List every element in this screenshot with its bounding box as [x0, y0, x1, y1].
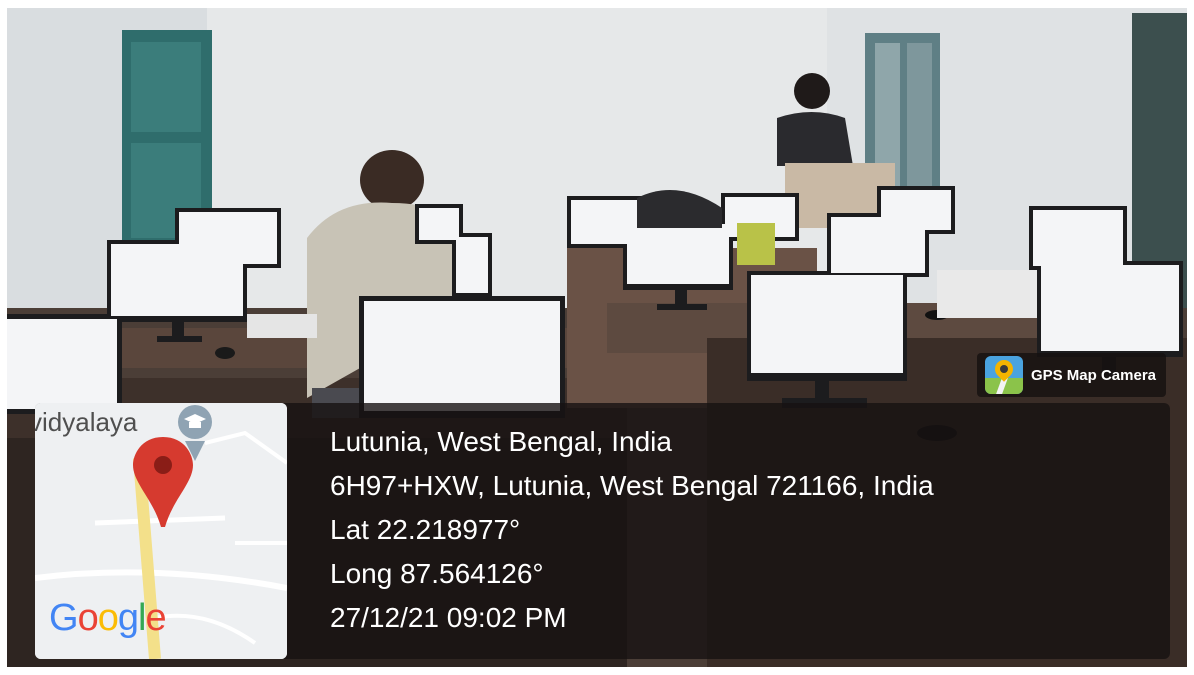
full-address: 6H97+HXW, Lutunia, West Bengal 721166, I…: [330, 470, 934, 501]
place-name: Lutunia, West Bengal, India: [330, 426, 672, 457]
google-logo: Google: [49, 597, 167, 640]
google-logo-letter: e: [145, 597, 166, 639]
google-logo-letter: g: [117, 597, 139, 639]
google-logo-letter: o: [77, 597, 99, 639]
location-details: Lutunia, West Bengal, India 6H97+HXW, Lu…: [330, 420, 934, 640]
gps-map-camera-app-icon: [984, 356, 1023, 394]
brand-label: GPS Map Camera: [1030, 366, 1156, 384]
map-place-label: vidyalaya: [35, 407, 138, 437]
latitude-value: Lat 22.218977°: [330, 514, 521, 545]
gps-map-camera-badge: GPS Map Camera: [976, 353, 1166, 397]
longitude-value: Long 87.564126°: [330, 558, 544, 589]
capture-datetime: 27/12/21 09:02 PM: [330, 602, 567, 633]
google-logo-letter: G: [49, 597, 79, 639]
google-logo-letter: o: [97, 597, 119, 639]
map-thumbnail: vidyalaya Google: [35, 403, 287, 659]
